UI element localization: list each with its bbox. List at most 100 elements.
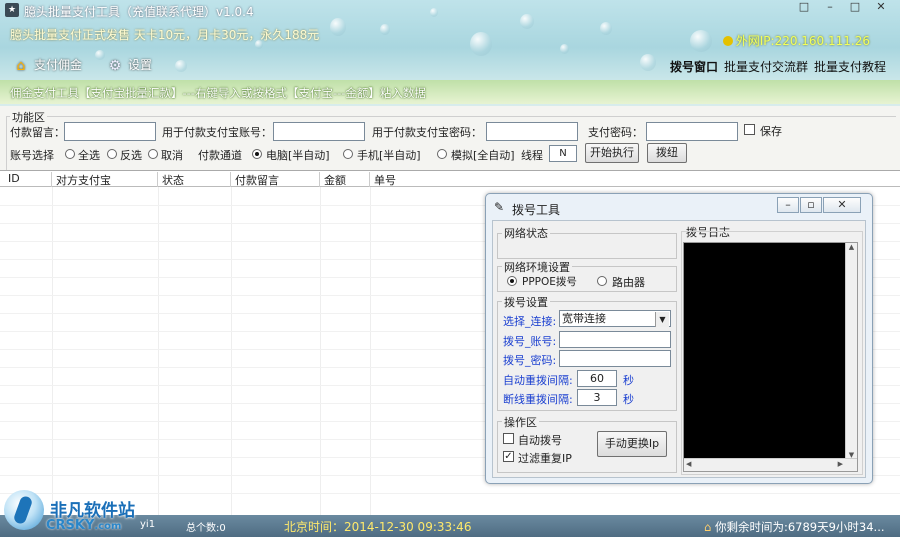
dial-password-input[interactable] [559, 350, 671, 367]
app-header: ★ 臆头批量支付工具（充值联系代理）v1.0.4 □ – □ ✕ 臆头批量支付正… [0, 0, 900, 106]
connection-select[interactable]: 宽带连接 ▼ [559, 310, 671, 327]
channel-pc-radio[interactable] [252, 149, 262, 159]
nav-tutorial[interactable]: 批量支付教程 [814, 58, 886, 75]
disconnect-redial-unit: 秒 [623, 393, 634, 406]
pay-password-input[interactable] [646, 122, 738, 141]
save-checkbox[interactable] [744, 124, 755, 135]
window-title: 臆头批量支付工具（充值联系代理）v1.0.4 [24, 5, 254, 19]
notice-bar: 佣金支付工具【支付宝批量汇款】---右键导入或按格式【支付宝---金额】粘入数据 [0, 80, 900, 104]
table-header: ID 对方支付宝 状态 付款留言 金额 单号 [0, 171, 900, 187]
auto-redial-unit: 秒 [623, 374, 634, 387]
scroll-right-icon[interactable]: ▶ [838, 460, 843, 468]
message-label: 付款留言： [10, 126, 65, 139]
col-amount[interactable]: 金额 [320, 172, 370, 187]
status-remaining: ⌂ 你剩余时间为:6789天9小时34... [704, 520, 885, 534]
thread-input[interactable]: N [549, 145, 577, 162]
dial-account-input[interactable] [559, 331, 671, 348]
app-icon: ★ [5, 3, 19, 17]
dialog-maximize-button[interactable]: ▫ [800, 197, 822, 213]
dialog-minimize-button[interactable]: – [777, 197, 799, 213]
nav-pay-commission[interactable]: ⌂ 支付佣金 [12, 56, 82, 75]
change-ip-button[interactable]: 手动更换Ip [597, 431, 667, 457]
cancel-label: 取消 [161, 149, 183, 162]
start-button[interactable]: 开始执行 [585, 143, 639, 163]
dial-tool-icon: ✎ [494, 200, 505, 214]
status-total: 总个数:0 [186, 523, 226, 534]
select-all-label: 全选 [78, 149, 100, 162]
pppoe-label: PPPOE拨号 [522, 276, 577, 288]
logo-mark-icon [4, 490, 44, 530]
logo-en-text: CRSKY.com [46, 518, 122, 533]
dialog-title-bar[interactable]: ✎ 拨号工具 – ▫ ✕ [486, 194, 872, 220]
thread-label: 线程 [521, 149, 543, 162]
dialog-close-button[interactable]: ✕ [823, 197, 861, 213]
log-vertical-scrollbar[interactable]: ▲ ▼ [845, 243, 857, 459]
connection-label: 选择_连接: [503, 315, 557, 328]
col-recipient[interactable]: 对方支付宝 [52, 172, 158, 187]
disconnect-redial-label: 断线重拨间隔: [503, 393, 573, 406]
home-small-icon: ⌂ [704, 520, 712, 534]
filter-ip-label: 过滤重复IP [518, 452, 572, 465]
dial-tool-dialog: ✎ 拨号工具 – ▫ ✕ 网络状态 网络环境设置 PPPOE拨号 路由器 拨号设… [485, 193, 873, 484]
chevron-down-icon: ▼ [655, 312, 669, 327]
message-input[interactable] [64, 122, 156, 141]
channel-label: 付款通道 [198, 149, 242, 162]
status-time: 北京时间：2014-12-30 09:33:46 [284, 520, 472, 534]
dial-settings-title: 拨号设置 [502, 294, 550, 310]
dial-button[interactable]: 拨纽 [647, 143, 687, 163]
alipay-password-input[interactable] [486, 122, 578, 141]
nav-settings[interactable]: ⚙ 设置 [106, 56, 152, 75]
save-label: 保存 [760, 125, 782, 138]
account-select-label: 账号选择 [10, 149, 54, 162]
pay-password-label: 支付密码： [588, 126, 643, 139]
gear-icon: ⚙ [108, 57, 122, 74]
col-id[interactable]: ID [4, 172, 52, 187]
channel-sim-label: 模拟[全自动] [451, 149, 515, 162]
close-button[interactable]: ✕ [869, 0, 893, 16]
invert-radio[interactable] [107, 149, 117, 159]
account-label: 用于付款支付宝账号： [162, 126, 272, 139]
cancel-radio[interactable] [148, 149, 158, 159]
channel-phone-radio[interactable] [343, 149, 353, 159]
dial-log-area[interactable]: ▲ ▼ ◀ ▶ [683, 242, 858, 472]
scroll-left-icon[interactable]: ◀ [686, 460, 691, 468]
dial-password-label: 拨号_密码: [503, 354, 557, 367]
nav-exchange-group[interactable]: 批量支付交流群 [724, 58, 808, 75]
scroll-up-icon[interactable]: ▲ [846, 243, 857, 251]
select-all-radio[interactable] [65, 149, 75, 159]
auto-dial-label: 自动拨号 [518, 434, 562, 447]
dialog-title: 拨号工具 [512, 203, 561, 217]
dial-account-label: 拨号_账号: [503, 335, 557, 348]
channel-sim-radio[interactable] [437, 149, 447, 159]
col-order-no[interactable]: 单号 [370, 172, 480, 187]
dialog-body: 网络状态 网络环境设置 PPPOE拨号 路由器 拨号设置 选择_连接: 宽带连接… [492, 220, 866, 478]
pppoe-radio[interactable] [507, 276, 517, 286]
alipay-account-input[interactable] [273, 122, 365, 141]
router-radio[interactable] [597, 276, 607, 286]
nav-dial-window[interactable]: 拨号窗口 [670, 58, 718, 75]
invert-label: 反选 [120, 149, 142, 162]
filter-ip-checkbox[interactable]: ✓ [503, 451, 514, 462]
auto-redial-input[interactable]: 60 [577, 370, 617, 387]
function-area-legend: 功能区 [10, 109, 47, 125]
function-area: 功能区 付款留言： 用于付款支付宝账号： 用于付款支付宝密码： 支付密码： 保存… [0, 106, 900, 172]
channel-phone-label: 手机[半自动] [357, 149, 421, 162]
title-bar: ★ 臆头批量支付工具（充值联系代理）v1.0.4 □ – □ ✕ [0, 0, 900, 22]
auto-dial-checkbox[interactable] [503, 433, 514, 444]
maximize-button[interactable]: □ [843, 0, 867, 16]
operation-title: 操作区 [502, 414, 539, 430]
col-message[interactable]: 付款留言 [231, 172, 320, 187]
channel-pc-label: 电脑[半自动] [266, 149, 330, 162]
network-env-title: 网络环境设置 [502, 259, 572, 275]
col-status[interactable]: 状态 [158, 172, 231, 187]
skin-button[interactable]: □ [792, 0, 816, 16]
password-label: 用于付款支付宝密码： [372, 126, 482, 139]
log-horizontal-scrollbar[interactable]: ◀ ▶ [684, 458, 857, 471]
auto-redial-label: 自动重拨间隔: [503, 374, 573, 387]
router-label: 路由器 [612, 276, 645, 289]
minimize-button[interactable]: – [818, 0, 842, 16]
disconnect-redial-input[interactable]: 3 [577, 389, 617, 406]
promo-text: 臆头批量支付正式发售 天卡10元，月卡30元，永久188元 [10, 28, 320, 42]
ip-status-icon [722, 36, 733, 46]
home-icon: ⌂ [16, 57, 26, 74]
